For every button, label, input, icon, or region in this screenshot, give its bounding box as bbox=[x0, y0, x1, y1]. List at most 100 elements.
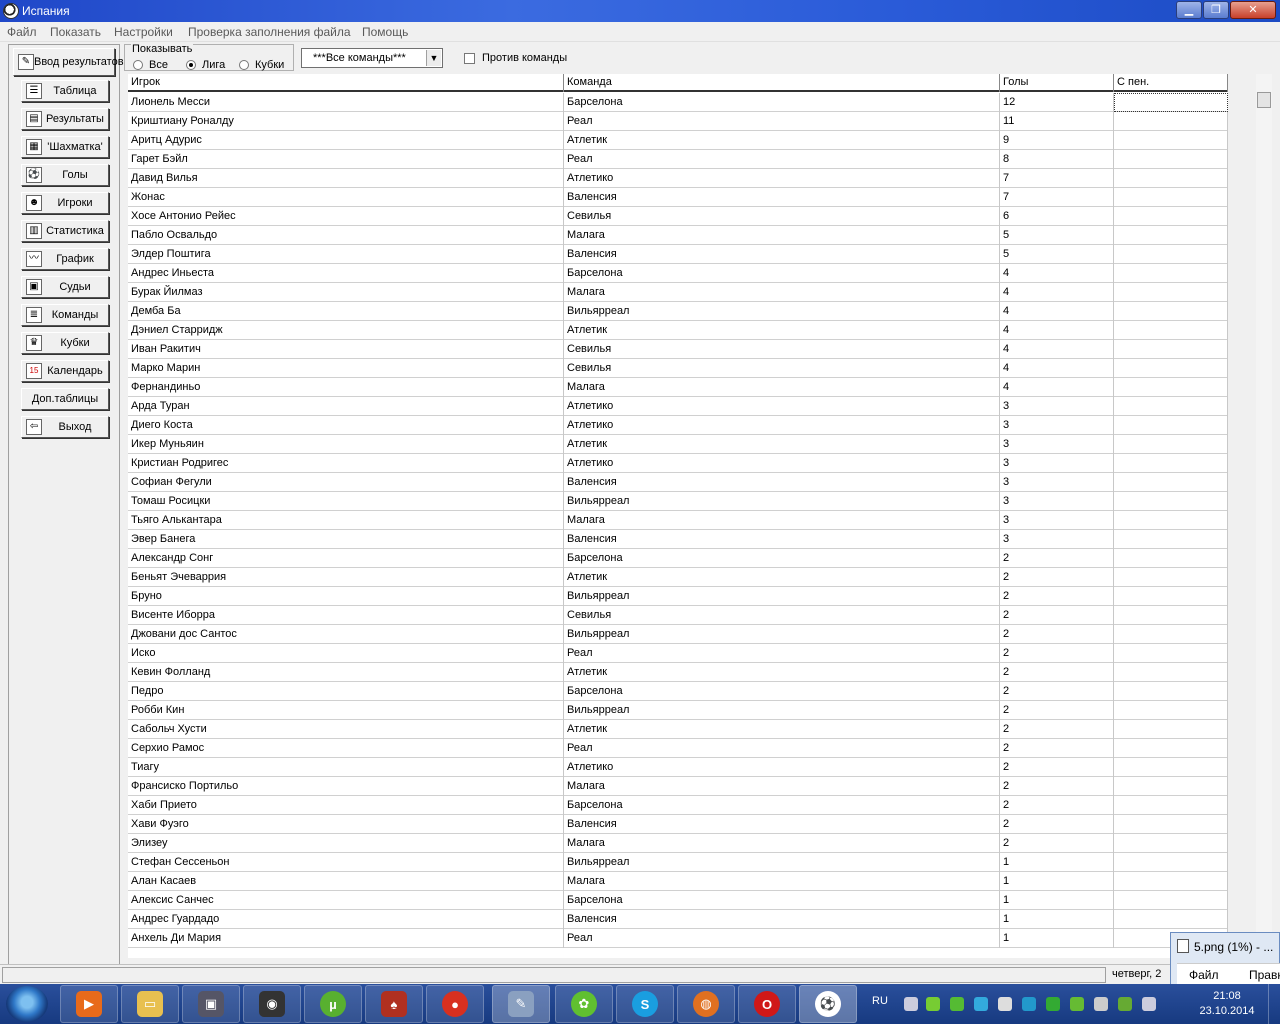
scorers-grid[interactable]: Игрок Команда Голы С пен. Лионель Месси Б… bbox=[128, 74, 1228, 958]
cell-player[interactable]: Иско bbox=[128, 644, 564, 663]
nav-players-button[interactable]: ☻ Игроки bbox=[21, 192, 109, 214]
cell-goals[interactable]: 3 bbox=[1000, 530, 1114, 549]
cell-team[interactable]: Малага bbox=[564, 378, 1000, 397]
nav-chessboard-button[interactable]: ▦ 'Шахматка' bbox=[21, 136, 109, 158]
cell-goals[interactable]: 2 bbox=[1000, 682, 1114, 701]
cell-penalties[interactable] bbox=[1114, 245, 1228, 264]
radio-all[interactable]: Все bbox=[133, 59, 168, 71]
tray-utorrent-icon[interactable] bbox=[1070, 997, 1084, 1011]
table-row[interactable]: Робби Кин Вильярреал 2 bbox=[128, 701, 1228, 720]
cell-player[interactable]: Эвер Банега bbox=[128, 530, 564, 549]
cell-goals[interactable]: 2 bbox=[1000, 701, 1114, 720]
cell-team[interactable]: Атлетик bbox=[564, 568, 1000, 587]
cell-goals[interactable]: 2 bbox=[1000, 777, 1114, 796]
table-row[interactable]: Элизеу Малага 2 bbox=[128, 834, 1228, 853]
cell-goals[interactable]: 3 bbox=[1000, 454, 1114, 473]
taskbar-utorrent[interactable]: µ bbox=[304, 985, 362, 1023]
cell-goals[interactable]: 2 bbox=[1000, 625, 1114, 644]
cell-goals[interactable]: 3 bbox=[1000, 473, 1114, 492]
cell-goals[interactable]: 5 bbox=[1000, 245, 1114, 264]
cell-team[interactable]: Атлетико bbox=[564, 397, 1000, 416]
cell-penalties[interactable] bbox=[1114, 321, 1228, 340]
language-indicator[interactable]: RU bbox=[872, 995, 888, 1007]
cell-team[interactable]: Вильярреал bbox=[564, 701, 1000, 720]
cell-penalties[interactable] bbox=[1114, 416, 1228, 435]
cell-team[interactable]: Атлетик bbox=[564, 131, 1000, 150]
cell-team[interactable]: Атлетико bbox=[564, 169, 1000, 188]
cell-team[interactable]: Атлетик bbox=[564, 435, 1000, 454]
cell-penalties[interactable] bbox=[1114, 112, 1228, 131]
taskbar-skype[interactable]: S bbox=[616, 985, 674, 1023]
column-header-player[interactable]: Игрок bbox=[128, 74, 564, 92]
tray-nvidia-icon[interactable] bbox=[1118, 997, 1132, 1011]
cell-player[interactable]: Робби Кин bbox=[128, 701, 564, 720]
cell-goals[interactable]: 12 bbox=[1000, 93, 1114, 112]
cell-team[interactable]: Барселона bbox=[564, 549, 1000, 568]
table-row[interactable]: Марко Марин Севилья 4 bbox=[128, 359, 1228, 378]
cell-goals[interactable]: 4 bbox=[1000, 378, 1114, 397]
column-header-team[interactable]: Команда bbox=[564, 74, 1000, 92]
cell-player[interactable]: Алексис Санчес bbox=[128, 891, 564, 910]
cell-penalties[interactable] bbox=[1114, 587, 1228, 606]
radio-cups[interactable]: Кубки bbox=[239, 59, 284, 71]
cell-penalties[interactable] bbox=[1114, 359, 1228, 378]
table-row[interactable]: Икер Муньяин Атлетик 3 bbox=[128, 435, 1228, 454]
cell-team[interactable]: Вильярреал bbox=[564, 625, 1000, 644]
cell-team[interactable]: Валенсия bbox=[564, 473, 1000, 492]
table-row[interactable]: Александр Сонг Барселона 2 bbox=[128, 549, 1228, 568]
title-bar[interactable]: Испания ▁ ❐ ✕ bbox=[0, 0, 1280, 22]
taskbar-camera[interactable]: ◉ bbox=[243, 985, 301, 1023]
taskbar-opera[interactable]: O bbox=[738, 985, 796, 1023]
taskbar-icq[interactable]: ✿ bbox=[555, 985, 613, 1023]
cell-goals[interactable]: 1 bbox=[1000, 872, 1114, 891]
cell-player[interactable]: Арда Туран bbox=[128, 397, 564, 416]
cell-goals[interactable]: 3 bbox=[1000, 397, 1114, 416]
cell-goals[interactable]: 2 bbox=[1000, 644, 1114, 663]
cell-goals[interactable]: 5 bbox=[1000, 226, 1114, 245]
cell-team[interactable]: Атлетико bbox=[564, 454, 1000, 473]
taskbar-soccer-app[interactable]: ⚽ bbox=[799, 985, 857, 1023]
nav-referees-button[interactable]: ▣ Судьи bbox=[21, 276, 109, 298]
cell-penalties[interactable] bbox=[1114, 644, 1228, 663]
cell-goals[interactable]: 8 bbox=[1000, 150, 1114, 169]
start-button[interactable] bbox=[6, 986, 48, 1022]
cell-goals[interactable]: 4 bbox=[1000, 283, 1114, 302]
cell-goals[interactable]: 7 bbox=[1000, 169, 1114, 188]
cell-penalties[interactable] bbox=[1114, 302, 1228, 321]
cell-team[interactable]: Вильярреал bbox=[564, 853, 1000, 872]
cell-goals[interactable]: 1 bbox=[1000, 910, 1114, 929]
column-header-penalties[interactable]: С пен. bbox=[1114, 74, 1228, 92]
cell-team[interactable]: Валенсия bbox=[564, 530, 1000, 549]
cell-team[interactable]: Атлетик bbox=[564, 720, 1000, 739]
cell-penalties[interactable] bbox=[1114, 340, 1228, 359]
window-preview-popup[interactable]: 5.png (1%) - ... Файл Правка bbox=[1170, 932, 1280, 986]
table-row[interactable]: Висенте Иборра Севилья 2 bbox=[128, 606, 1228, 625]
cell-penalties[interactable] bbox=[1114, 397, 1228, 416]
cell-goals[interactable]: 1 bbox=[1000, 853, 1114, 872]
cell-player[interactable]: Бурак Йилмаз bbox=[128, 283, 564, 302]
table-row[interactable]: Хаби Прието Барселона 2 bbox=[128, 796, 1228, 815]
cell-goals[interactable]: 4 bbox=[1000, 264, 1114, 283]
column-header-goals[interactable]: Голы bbox=[1000, 74, 1114, 92]
cell-team[interactable]: Вильярреал bbox=[564, 302, 1000, 321]
taskbar-firefox[interactable]: ◍ bbox=[677, 985, 735, 1023]
cell-penalties[interactable] bbox=[1114, 169, 1228, 188]
table-row[interactable]: Пабло Освальдо Малага 5 bbox=[128, 226, 1228, 245]
cell-goals[interactable]: 3 bbox=[1000, 435, 1114, 454]
cell-team[interactable]: Валенсия bbox=[564, 815, 1000, 834]
cell-goals[interactable]: 7 bbox=[1000, 188, 1114, 207]
cell-goals[interactable]: 3 bbox=[1000, 511, 1114, 530]
table-row[interactable]: Демба Ба Вильярреал 4 bbox=[128, 302, 1228, 321]
cell-penalties[interactable] bbox=[1114, 530, 1228, 549]
cell-team[interactable]: Барселона bbox=[564, 682, 1000, 701]
cell-player[interactable]: Беньят Эчеваррия bbox=[128, 568, 564, 587]
cell-player[interactable]: Дэниел Старридж bbox=[128, 321, 564, 340]
cell-team[interactable]: Валенсия bbox=[564, 910, 1000, 929]
cell-player[interactable]: Икер Муньяин bbox=[128, 435, 564, 454]
cell-player[interactable]: Александр Сонг bbox=[128, 549, 564, 568]
cell-player[interactable]: Аритц Адурис bbox=[128, 131, 564, 150]
cell-player[interactable]: Диего Коста bbox=[128, 416, 564, 435]
cell-penalties[interactable] bbox=[1114, 492, 1228, 511]
nav-chart-button[interactable]: 〰 График bbox=[21, 248, 109, 270]
cell-goals[interactable]: 2 bbox=[1000, 815, 1114, 834]
